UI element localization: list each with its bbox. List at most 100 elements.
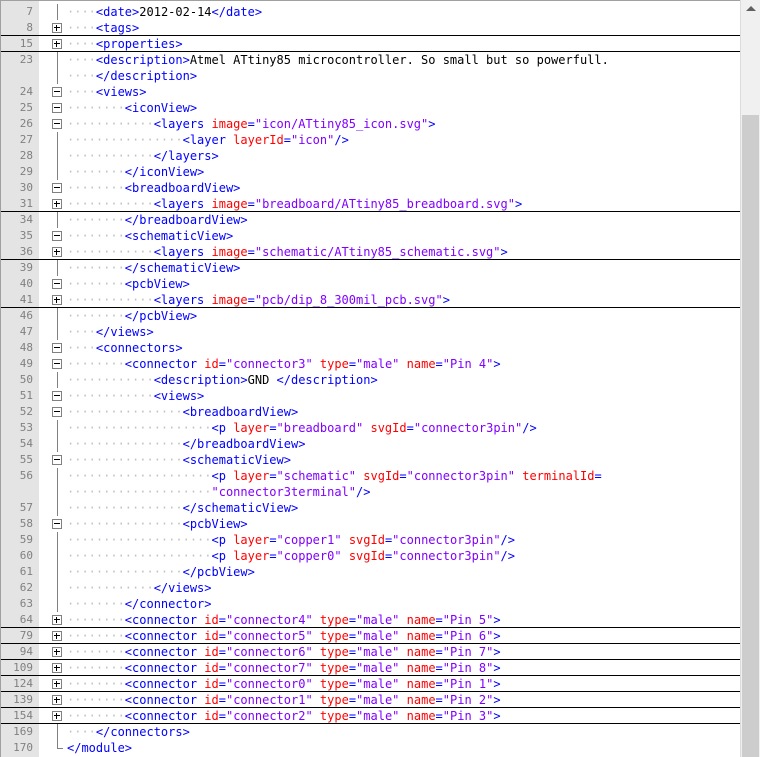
code-line[interactable]: 28 ············</layers> [1, 148, 740, 164]
code-line[interactable]: 47 ····</views> [1, 324, 740, 340]
fold-collapse-icon[interactable] [52, 119, 62, 129]
indent-whitespace: ···· [67, 69, 96, 83]
fold-collapse-icon[interactable] [52, 231, 62, 241]
code-line[interactable]: ····</description> [1, 68, 740, 84]
code-line[interactable]: 54 ················</breadboardView> [1, 436, 740, 452]
code-line[interactable]: 8 ····<tags> [1, 20, 740, 36]
indent-whitespace: ············ [67, 373, 154, 387]
code-line[interactable]: 34 ········</breadboardView> [1, 212, 740, 228]
code-line[interactable]: 52 ················<breadboardView> [1, 404, 740, 420]
fold-expand-icon[interactable] [52, 663, 62, 673]
fold-expand-icon[interactable] [52, 695, 62, 705]
code-line[interactable]: 41 ············<layers image="pcb/dip_8_3… [1, 292, 740, 308]
code-line[interactable]: 46 ········</pcbView> [1, 308, 740, 324]
fold-expand-icon[interactable] [52, 615, 62, 625]
token-attr: layer [233, 549, 270, 563]
fold-expand-icon[interactable] [52, 23, 62, 33]
code-line[interactable]: 36 ············<layers image="schematic/A… [1, 244, 740, 260]
fold-expand-icon[interactable] [52, 631, 62, 641]
code-line[interactable]: 62 ············</views> [1, 580, 740, 596]
fold-expand-icon[interactable] [52, 679, 62, 689]
fold-collapse-icon[interactable] [52, 407, 62, 417]
code-text: ····················<p layer="breadboard… [67, 420, 537, 436]
indent-whitespace: ················ [67, 453, 183, 467]
code-text: ········<connector id="connector3" type=… [67, 356, 501, 372]
fold-collapse-icon[interactable] [52, 103, 62, 113]
token-val: "Pin 2" [442, 693, 494, 707]
code-line[interactable]: 23 ····<description>Atmel ATtiny85 microc… [1, 52, 740, 68]
vertical-scrollbar[interactable] [740, 0, 760, 757]
line-number: 79 [19, 629, 33, 642]
code-line[interactable]: 15 ····<properties> [1, 36, 740, 52]
fold-expand-icon[interactable] [52, 647, 62, 657]
code-line[interactable]: 170 </module> [1, 740, 740, 756]
token-tag: <breadboardView> [124, 181, 241, 195]
token-val: "Pin 1" [442, 677, 494, 691]
code-editor[interactable]: 7 ····<date>2012-02-14</date> 8 ····<tags> 1… [0, 0, 740, 757]
line-number: 62 [19, 581, 33, 594]
code-line[interactable]: 124 ········<connector id="connector0" ty… [1, 676, 740, 692]
line-number: 64 [19, 613, 33, 626]
code-line[interactable]: 109 ········<connector id="connector7" ty… [1, 660, 740, 676]
code-line[interactable]: 56 ····················<p layer="schemati… [1, 468, 740, 484]
code-line[interactable]: 30 ········<breadboardView> [1, 180, 740, 196]
code-line[interactable]: 154 ········<connector id="connector2" ty… [1, 708, 740, 724]
token-tag: /> [500, 533, 515, 547]
token-tag: > [500, 245, 508, 259]
fold-collapse-icon[interactable] [52, 455, 62, 465]
scroll-up-arrow-icon[interactable] [746, 6, 756, 11]
code-line[interactable]: 27 ················<layer layerId="icon"/… [1, 132, 740, 148]
fold-collapse-icon[interactable] [52, 519, 62, 529]
indent-whitespace: ········ [67, 645, 125, 659]
fold-expand-icon[interactable] [52, 39, 62, 49]
code-line[interactable]: ····················"connector3terminal"… [1, 484, 740, 500]
fold-expand-icon[interactable] [52, 247, 62, 257]
fold-collapse-icon[interactable] [52, 183, 62, 193]
code-text: ············<layers image="schematic/ATt… [67, 244, 508, 260]
code-line[interactable]: 7 ····<date>2012-02-14</date> [1, 4, 740, 20]
code-line[interactable]: 49 ········<connector id="connector3" typ… [1, 356, 740, 372]
fold-expand-icon[interactable] [52, 295, 62, 305]
code-line[interactable]: 26 ············<layers image="icon/ATtiny… [1, 116, 740, 132]
code-line[interactable]: 40 ········<pcbView> [1, 276, 740, 292]
code-line[interactable]: 25 ········<iconView> [1, 100, 740, 116]
token-tag [342, 549, 349, 563]
code-line[interactable]: 61 ················</pcbView> [1, 564, 740, 580]
code-line[interactable]: 55 ················<schematicView> [1, 452, 740, 468]
code-line[interactable]: 31 ············<layers image="breadboard/… [1, 196, 740, 212]
code-line[interactable]: 94 ········<connector id="connector6" typ… [1, 644, 740, 660]
code-line[interactable]: 50 ············<description>GND </descrip… [1, 372, 740, 388]
fold-collapse-icon[interactable] [52, 87, 62, 97]
fold-expand-icon[interactable] [52, 199, 62, 209]
token-tag: </pcbView> [182, 565, 255, 579]
token-tag: = [435, 629, 443, 643]
code-line[interactable]: 60 ····················<p layer="copper0"… [1, 548, 740, 564]
fold-collapse-icon[interactable] [52, 343, 62, 353]
code-line[interactable]: 39 ········</schematicView> [1, 260, 740, 276]
code-line[interactable]: 59 ····················<p layer="copper1"… [1, 532, 740, 548]
scrollbar-thumb[interactable] [742, 115, 759, 757]
fold-expand-icon[interactable] [52, 711, 62, 721]
token-tag: = [594, 469, 602, 483]
code-line[interactable]: 24 ····<views> [1, 84, 740, 100]
line-number: 63 [19, 597, 33, 610]
code-line[interactable]: 58 ················<pcbView> [1, 516, 740, 532]
fold-collapse-icon[interactable] [52, 279, 62, 289]
code-line[interactable]: 139 ········<connector id="connector1" ty… [1, 692, 740, 708]
code-line[interactable]: 29 ········</iconView> [1, 164, 740, 180]
code-line[interactable]: 57 ················</schematicView> [1, 500, 740, 516]
token-tag: = [247, 293, 255, 307]
code-line[interactable]: 169 ····</connectors> [1, 724, 740, 740]
code-line[interactable]: 79 ········<connector id="connector5" typ… [1, 628, 740, 644]
line-number: 52 [19, 405, 33, 418]
code-line[interactable]: 48 ····<connectors> [1, 340, 740, 356]
code-line[interactable]: 64 ········<connector id="connector4" typ… [1, 612, 740, 628]
token-val: "connector3pin" [406, 469, 515, 483]
fold-collapse-icon[interactable] [52, 359, 62, 369]
code-line[interactable]: 63 ········</connector> [1, 596, 740, 612]
fold-collapse-icon[interactable] [52, 391, 62, 401]
code-line[interactable]: 51 ············<views> [1, 388, 740, 404]
token-attr: id [204, 661, 219, 675]
code-line[interactable]: 35 ········<schematicView> [1, 228, 740, 244]
code-line[interactable]: 53 ····················<p layer="breadboa… [1, 420, 740, 436]
